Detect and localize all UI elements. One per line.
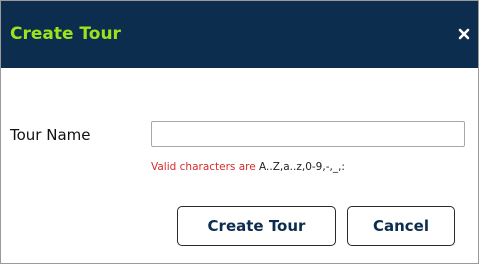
validation-hint: Valid characters are A..Z,a..z,0-9,-,_,:: [151, 160, 345, 174]
hint-valid-chars: A..Z,a..z,0-9,-,_,:: [259, 161, 345, 173]
create-tour-button[interactable]: Create Tour: [177, 206, 336, 246]
tour-name-label: Tour Name: [10, 126, 91, 144]
cancel-button[interactable]: Cancel: [347, 206, 455, 246]
dialog-title: Create Tour: [10, 24, 121, 44]
dialog-titlebar: Create Tour: [1, 1, 478, 68]
tour-name-input[interactable]: [151, 121, 465, 147]
close-icon[interactable]: [456, 26, 472, 42]
create-tour-dialog: Create Tour Tour Name Valid characters a…: [0, 0, 479, 264]
hint-prefix: Valid characters are: [151, 161, 260, 173]
